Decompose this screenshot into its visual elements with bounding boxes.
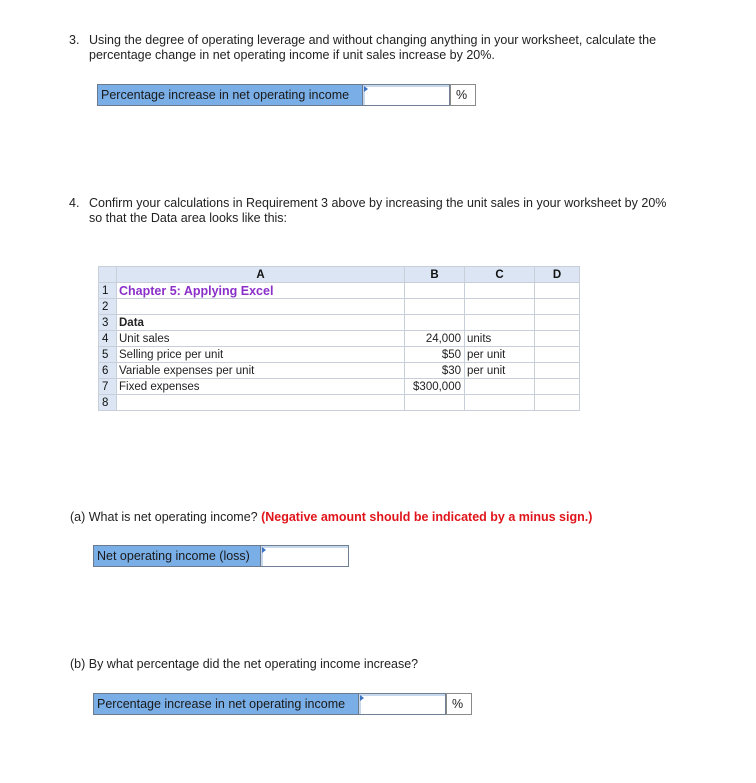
cell: $300,000 xyxy=(404,378,465,395)
question-text: Confirm your calculations in Requirement… xyxy=(89,196,709,226)
cell xyxy=(464,394,535,411)
cell: 24,000 xyxy=(404,330,465,347)
cell: Fixed expenses xyxy=(116,378,405,395)
row-number: 7 xyxy=(98,378,117,395)
cell xyxy=(404,314,465,331)
sheet-row: 8 xyxy=(98,394,580,411)
column-header: D xyxy=(534,266,580,283)
sheet-row: 5 Selling price per unit $50 per unit xyxy=(98,346,580,363)
cell xyxy=(534,362,580,379)
question-text-line: Using the degree of operating leverage a… xyxy=(89,33,657,47)
cell xyxy=(464,378,535,395)
cell: per unit xyxy=(464,362,535,379)
column-header: C xyxy=(464,266,535,283)
question-b-text: (b) By what percentage did the net opera… xyxy=(70,657,419,671)
qa-answer-row: Net operating income (loss) xyxy=(93,545,349,567)
column-header: B xyxy=(404,266,465,283)
column-header-row: A B C D xyxy=(98,266,580,283)
row-number: 4 xyxy=(98,330,117,347)
row-number: 5 xyxy=(98,346,117,363)
cell xyxy=(404,298,465,315)
cell: Selling price per unit xyxy=(116,346,405,363)
question-3: 3. Using the degree of operating leverag… xyxy=(69,33,709,63)
input-marker-icon xyxy=(360,695,364,701)
cell: Variable expenses per unit xyxy=(116,362,405,379)
question-number: 3. xyxy=(69,33,80,47)
cell xyxy=(464,298,535,315)
spreadsheet-data-area: A B C D 1 Chapter 5: Applying Excel 2 3 … xyxy=(98,266,580,411)
q3-answer-row: Percentage increase in net operating inc… xyxy=(97,84,476,106)
input-marker-icon xyxy=(364,86,368,92)
row-number: 3 xyxy=(98,314,117,331)
net-operating-income-input[interactable] xyxy=(261,546,348,566)
sheet-row: 3 Data xyxy=(98,314,580,331)
cell xyxy=(116,298,405,315)
sheet-title-cell: Chapter 5: Applying Excel xyxy=(116,282,405,299)
question-a: (a) What is net operating income? (Negat… xyxy=(70,510,710,525)
cell xyxy=(534,298,580,315)
column-header: A xyxy=(116,266,405,283)
cell: $30 xyxy=(404,362,465,379)
question-a-text: (a) What is net operating income? xyxy=(70,510,258,524)
cell xyxy=(116,394,405,411)
cell xyxy=(534,314,580,331)
cell xyxy=(534,282,580,299)
cell xyxy=(464,314,535,331)
row-number: 1 xyxy=(98,282,117,299)
question-text-line: Confirm your calculations in Requirement… xyxy=(89,196,667,210)
answer-label: Net operating income (loss) xyxy=(93,545,261,567)
question-text-line: percentage change in net operating incom… xyxy=(89,48,495,62)
cell: per unit xyxy=(464,346,535,363)
cell xyxy=(534,346,580,363)
percentage-increase-input-b[interactable] xyxy=(359,694,445,714)
row-number: 8 xyxy=(98,394,117,411)
percent-unit: % xyxy=(446,693,472,715)
row-number: 2 xyxy=(98,298,117,315)
q3-answer-input-box[interactable] xyxy=(363,84,450,106)
sheet-row: 7 Fixed expenses $300,000 xyxy=(98,378,580,395)
percentage-increase-input[interactable] xyxy=(363,85,449,105)
cell xyxy=(464,282,535,299)
row-number: 6 xyxy=(98,362,117,379)
input-marker-icon xyxy=(262,547,266,553)
question-4: 4. Confirm your calculations in Requirem… xyxy=(69,196,709,226)
cell: $50 xyxy=(404,346,465,363)
cell xyxy=(534,330,580,347)
cell xyxy=(534,394,580,411)
cell xyxy=(404,282,465,299)
sheet-row: 1 Chapter 5: Applying Excel xyxy=(98,282,580,299)
negative-sign-note: (Negative amount should be indicated by … xyxy=(261,510,593,524)
question-text: Using the degree of operating leverage a… xyxy=(89,33,709,63)
section-label-cell: Data xyxy=(116,314,405,331)
question-text-line: so that the Data area looks like this: xyxy=(89,211,288,225)
cell: units xyxy=(464,330,535,347)
answer-label: Percentage increase in net operating inc… xyxy=(93,693,359,715)
corner-cell xyxy=(98,266,117,283)
cell: Unit sales xyxy=(116,330,405,347)
cell xyxy=(534,378,580,395)
answer-label: Percentage increase in net operating inc… xyxy=(97,84,363,106)
percent-unit: % xyxy=(450,84,476,106)
qa-answer-input-box[interactable] xyxy=(261,545,349,567)
sheet-row: 4 Unit sales 24,000 units xyxy=(98,330,580,347)
cell xyxy=(404,394,465,411)
sheet-row: 6 Variable expenses per unit $30 per uni… xyxy=(98,362,580,379)
sheet-row: 2 xyxy=(98,298,580,315)
question-b: (b) By what percentage did the net opera… xyxy=(70,657,710,672)
qb-answer-input-box[interactable] xyxy=(359,693,446,715)
qb-answer-row: Percentage increase in net operating inc… xyxy=(93,693,472,715)
question-number: 4. xyxy=(69,196,80,210)
